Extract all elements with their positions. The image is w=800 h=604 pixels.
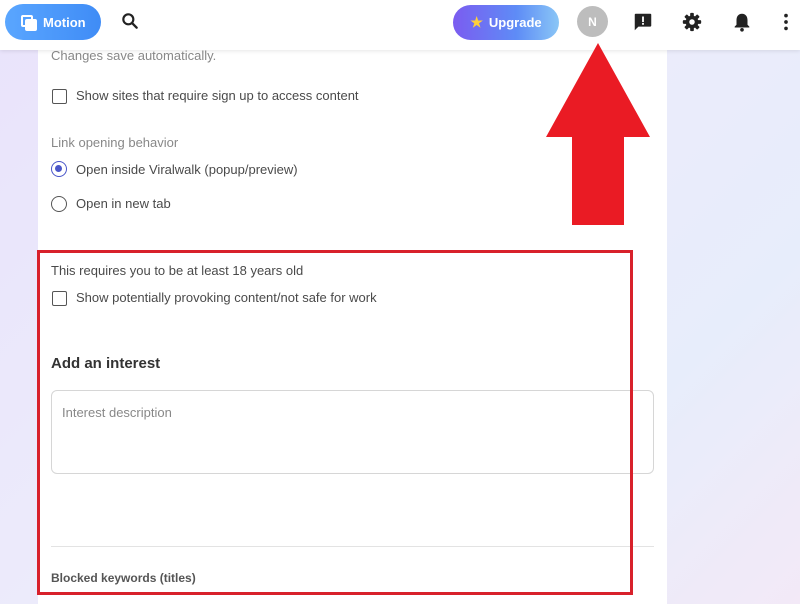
age-requirement-note: This requires you to be at least 18 year…: [51, 263, 304, 278]
bell-icon[interactable]: [731, 11, 753, 33]
upgrade-button[interactable]: ★ Upgrade: [453, 5, 559, 40]
radio-open-inside[interactable]: [51, 161, 67, 177]
motion-label: Motion: [43, 14, 86, 30]
radio-open-new-tab-label: Open in new tab: [76, 196, 171, 211]
search-icon[interactable]: [120, 11, 140, 31]
nsfw-label: Show potentially provoking content/not s…: [76, 290, 377, 305]
divider: [51, 546, 654, 547]
nsfw-checkbox[interactable]: [52, 291, 67, 306]
annotation-arrow-up: [546, 43, 650, 225]
more-vert-icon[interactable]: [782, 11, 790, 33]
avatar[interactable]: N: [577, 6, 608, 37]
interest-description-input[interactable]: Interest description: [51, 390, 654, 474]
feedback-icon[interactable]: [632, 11, 654, 33]
add-interest-heading: Add an interest: [51, 355, 161, 372]
radio-open-inside-label: Open inside Viralwalk (popup/preview): [76, 162, 298, 177]
link-behavior-title: Link opening behavior: [51, 135, 179, 150]
signup-sites-label: Show sites that require sign up to acces…: [76, 88, 359, 103]
motion-button[interactable]: Motion: [5, 4, 101, 40]
gear-icon[interactable]: [681, 11, 703, 33]
changes-save-note: Changes save automatically.: [51, 48, 217, 63]
signup-sites-checkbox[interactable]: [52, 89, 67, 104]
motion-icon: [21, 15, 37, 31]
upgrade-label: Upgrade: [488, 15, 542, 30]
blocked-keywords-heading: Blocked keywords (titles): [51, 571, 196, 585]
top-bar: Motion ★ Upgrade N: [0, 0, 800, 50]
avatar-initial: N: [588, 14, 597, 29]
interest-placeholder: Interest description: [62, 405, 172, 420]
radio-open-new-tab[interactable]: [51, 196, 67, 212]
star-icon: ★: [470, 14, 483, 30]
